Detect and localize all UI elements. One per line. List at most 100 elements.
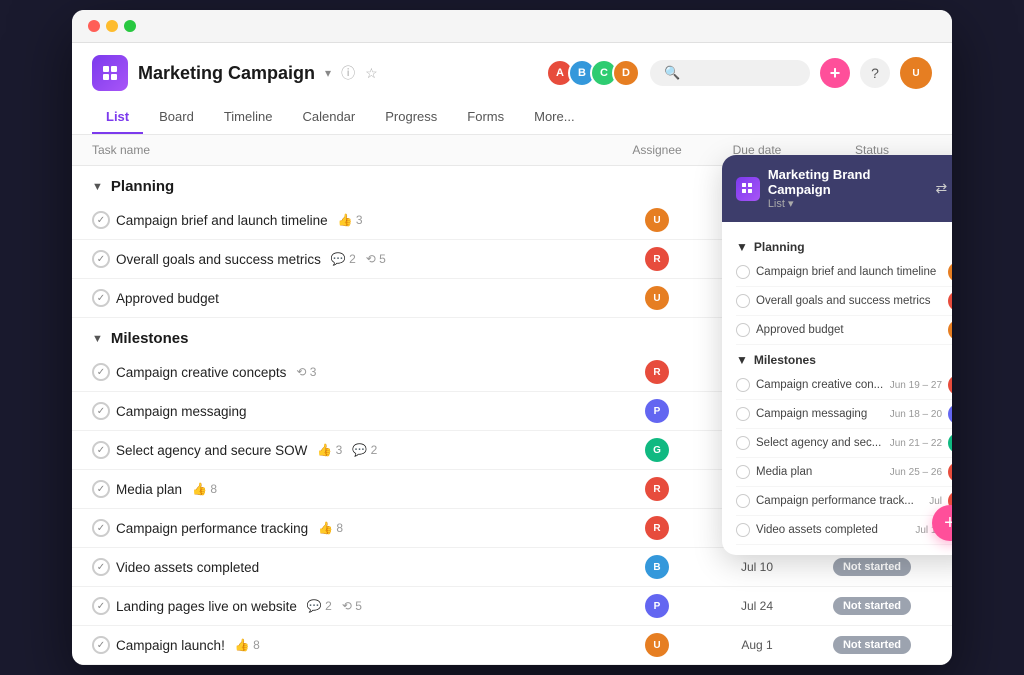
avatar: U <box>645 286 669 310</box>
list-item: Campaign messaging Jun 18 – 20 P <box>736 400 952 429</box>
avatar: U <box>645 633 669 657</box>
avatar: U <box>948 262 952 282</box>
panel-check-icon <box>736 378 750 392</box>
panel-check-icon <box>736 323 750 337</box>
help-button[interactable]: ? <box>860 58 890 88</box>
minimize-dot[interactable] <box>106 20 118 32</box>
table-row[interactable]: ✓ Landing pages live on website 💬 2 ⟲ 5 … <box>72 587 952 626</box>
panel-body: ▼ Planning Campaign brief and launch tim… <box>722 222 952 555</box>
task-name-cell: ✓ Campaign performance tracking 👍 8 <box>92 519 612 537</box>
panel-task-name: Media plan <box>756 466 884 478</box>
task-meta: 👍 3 <box>338 213 363 227</box>
panel-title-row: Marketing Brand Campaign List ▾ <box>736 167 936 210</box>
check-icon[interactable]: ✓ <box>92 250 110 268</box>
task-meta: 💬 2 ⟲ 5 <box>331 252 386 266</box>
status-badge: Not started <box>833 558 911 576</box>
project-title: Marketing Campaign <box>138 63 315 84</box>
task-name: Campaign performance tracking <box>116 521 308 536</box>
panel-planning-arrow[interactable]: ▼ <box>736 240 748 254</box>
check-icon[interactable]: ✓ <box>92 441 110 459</box>
tab-calendar[interactable]: Calendar <box>288 101 369 134</box>
tab-more[interactable]: More... <box>520 101 588 134</box>
panel-header: Marketing Brand Campaign List ▾ ⇄ ••• <box>722 155 952 222</box>
nav-tabs: List Board Timeline Calendar Progress Fo… <box>92 101 932 134</box>
avatar: G <box>645 438 669 462</box>
panel-task-name: Video assets completed <box>756 524 909 536</box>
task-name: Campaign messaging <box>116 404 247 419</box>
panel-task-date: Jun 19 – 27 <box>890 380 942 391</box>
panel-task-date: Jun 25 – 26 <box>890 467 942 478</box>
tab-timeline[interactable]: Timeline <box>210 101 287 134</box>
task-name: Overall goals and success metrics <box>116 252 321 267</box>
search-box[interactable]: 🔍 <box>650 60 810 86</box>
avatar-4: D <box>612 59 640 87</box>
star-icon[interactable]: ☆ <box>365 65 378 82</box>
panel-section-milestones: ▼ Milestones <box>736 353 952 367</box>
panel-section-planning: ▼ Planning <box>736 240 952 254</box>
check-icon[interactable]: ✓ <box>92 636 110 654</box>
check-icon[interactable]: ✓ <box>92 597 110 615</box>
task-name: Campaign launch! <box>116 638 225 653</box>
check-icon[interactable]: ✓ <box>92 402 110 420</box>
check-icon[interactable]: ✓ <box>92 363 110 381</box>
add-button[interactable]: + <box>820 58 850 88</box>
settings-icon[interactable]: ⇄ <box>936 180 948 197</box>
panel-task-date: Jul <box>929 496 942 507</box>
col-header-task: Task name <box>92 143 612 157</box>
close-dot[interactable] <box>88 20 100 32</box>
check-icon[interactable]: ✓ <box>92 480 110 498</box>
assignee-cell: R <box>612 516 702 540</box>
check-icon[interactable]: ✓ <box>92 289 110 307</box>
status-cell: Not started <box>812 558 932 576</box>
table-row[interactable]: ✓ Campaign launch! 👍 8 U Aug 1 Not start… <box>72 626 952 665</box>
avatar: R <box>645 360 669 384</box>
panel-milestones-arrow[interactable]: ▼ <box>736 353 748 367</box>
list-item: Select agency and sec... Jun 21 – 22 G <box>736 429 952 458</box>
assignee-cell: U <box>612 208 702 232</box>
tab-board[interactable]: Board <box>145 101 208 134</box>
search-icon: 🔍 <box>664 65 680 81</box>
planning-arrow[interactable]: ▼ <box>92 181 103 193</box>
tab-forms[interactable]: Forms <box>453 101 518 134</box>
list-item: Media plan Jun 25 – 26 R <box>736 458 952 487</box>
check-icon[interactable]: ✓ <box>92 558 110 576</box>
status-badge: Not started <box>833 597 911 615</box>
task-name-cell: ✓ Media plan 👍 8 <box>92 480 612 498</box>
panel-task-date: Jun 18 – 20 <box>890 409 942 420</box>
panel-title: Marketing Brand Campaign <box>768 167 936 197</box>
assignee-cell: P <box>612 399 702 423</box>
due-cell: Jul 24 <box>702 599 812 613</box>
task-name-cell: ✓ Video assets completed <box>92 558 612 576</box>
assignee-cell: U <box>612 633 702 657</box>
check-icon[interactable]: ✓ <box>92 211 110 229</box>
assignee-cell: B <box>612 555 702 579</box>
panel-task-name: Campaign creative con... <box>756 379 884 391</box>
list-item: Campaign brief and launch timeline U <box>736 258 952 287</box>
tab-progress[interactable]: Progress <box>371 101 451 134</box>
main-content: Task name Assignee Due date Status ▼ Pla… <box>72 135 952 665</box>
task-name: Landing pages live on website <box>116 599 297 614</box>
panel-task-name: Campaign performance track... <box>756 495 923 507</box>
tab-list[interactable]: List <box>92 101 143 134</box>
status-badge: Not started <box>833 636 911 654</box>
user-avatar[interactable]: U <box>900 57 932 89</box>
task-name-cell: ✓ Overall goals and success metrics 💬 2 … <box>92 250 612 268</box>
avatar: G <box>948 433 952 453</box>
task-name-cell: ✓ Campaign launch! 👍 8 <box>92 636 612 654</box>
check-icon[interactable]: ✓ <box>92 519 110 537</box>
maximize-dot[interactable] <box>124 20 136 32</box>
avatar: P <box>645 594 669 618</box>
info-icon[interactable]: ⓘ <box>341 63 355 83</box>
milestones-arrow[interactable]: ▼ <box>92 333 103 345</box>
task-meta: 👍 8 <box>192 482 217 496</box>
title-chevron[interactable]: ▾ <box>325 66 331 80</box>
task-meta: ⟲ 3 <box>296 365 316 379</box>
panel-check-icon <box>736 294 750 308</box>
avatar: R <box>948 462 952 482</box>
panel-check-icon <box>736 407 750 421</box>
avatar: P <box>948 404 952 424</box>
task-name: Campaign creative concepts <box>116 365 286 380</box>
app-icon <box>92 55 128 91</box>
avatar-group: A B C D <box>546 59 640 87</box>
panel-check-icon <box>736 265 750 279</box>
